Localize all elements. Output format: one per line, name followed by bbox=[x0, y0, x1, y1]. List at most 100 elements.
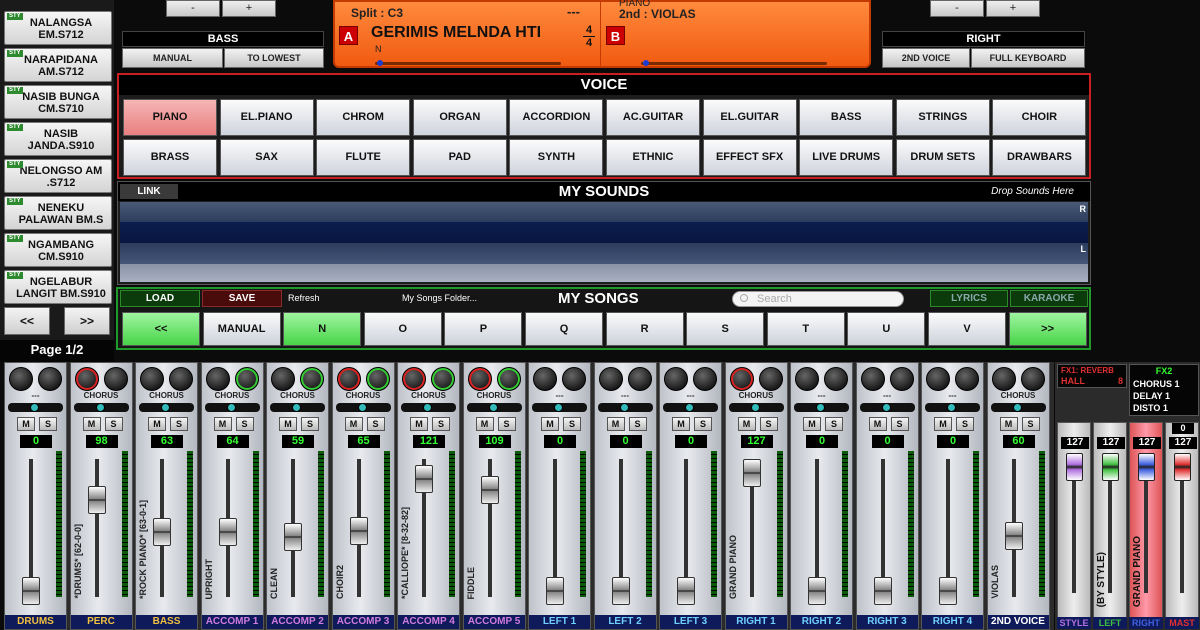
pan-knob[interactable] bbox=[95, 403, 105, 412]
song-item[interactable]: STY NASIB JANDA.S910 bbox=[4, 122, 112, 156]
voice-button-live-drums[interactable]: LIVE DRUMS bbox=[799, 139, 894, 176]
pan-knob[interactable] bbox=[161, 403, 170, 412]
left-progress-track[interactable] bbox=[375, 62, 561, 65]
reverb-knob[interactable] bbox=[205, 367, 230, 391]
solo-button[interactable]: S bbox=[694, 417, 712, 431]
song-letter-button[interactable]: Q bbox=[525, 312, 603, 346]
fx-fader[interactable] bbox=[1102, 453, 1119, 481]
sound-drop-zone-top[interactable] bbox=[120, 202, 1088, 222]
reverb-knob[interactable] bbox=[926, 367, 950, 391]
volume-fader[interactable] bbox=[873, 577, 892, 605]
chorus-knob[interactable] bbox=[169, 367, 193, 391]
pan-knob[interactable] bbox=[1012, 403, 1022, 412]
pan-knob[interactable] bbox=[685, 403, 694, 412]
mute-button[interactable]: M bbox=[17, 417, 35, 431]
chorus-knob[interactable] bbox=[889, 367, 914, 391]
voice-button-synth[interactable]: SYNTH bbox=[509, 139, 604, 176]
reverb-knob[interactable] bbox=[729, 367, 754, 391]
right-2nd-voice-button[interactable]: 2ND VOICE bbox=[882, 48, 970, 68]
song-item[interactable]: STY NGAMBANG CM.S910 bbox=[4, 233, 112, 267]
pan-knob[interactable] bbox=[226, 403, 236, 412]
fx1-box[interactable]: FX1: REVERB HALL 8 bbox=[1057, 364, 1127, 388]
solo-button[interactable]: S bbox=[301, 417, 319, 431]
song-item[interactable]: STY NARAPIDANA AM.S712 bbox=[4, 48, 112, 82]
sound-drop-zone-middle[interactable] bbox=[120, 222, 1088, 243]
reverb-knob[interactable] bbox=[271, 367, 295, 391]
chorus-knob[interactable] bbox=[955, 367, 979, 391]
chorus-knob[interactable] bbox=[234, 367, 259, 391]
bass-manual-button[interactable]: MANUAL bbox=[122, 48, 223, 68]
pan-knob[interactable] bbox=[292, 403, 301, 412]
link-button[interactable]: LINK bbox=[120, 184, 178, 199]
load-button[interactable]: LOAD bbox=[120, 290, 200, 307]
voice-a-button[interactable]: A bbox=[339, 26, 358, 45]
chorus-knob[interactable] bbox=[1020, 367, 1045, 391]
pan-knob[interactable] bbox=[619, 403, 629, 412]
pan-knob[interactable] bbox=[357, 403, 367, 412]
voice-b-button[interactable]: B bbox=[606, 26, 625, 45]
sound-drop-zone-bottom[interactable] bbox=[120, 264, 1088, 282]
chorus-knob[interactable] bbox=[103, 367, 128, 391]
volume-fader[interactable] bbox=[218, 518, 237, 546]
chorus-knob[interactable] bbox=[627, 367, 652, 391]
voice-button-bass[interactable]: BASS bbox=[799, 99, 894, 136]
song-next-button[interactable]: >> bbox=[64, 307, 110, 335]
voice-button-sax[interactable]: SAX bbox=[219, 139, 314, 176]
solo-button[interactable]: S bbox=[890, 417, 909, 431]
chorus-knob[interactable] bbox=[300, 367, 324, 391]
solo-button[interactable]: S bbox=[759, 417, 778, 431]
transpose-minus-button[interactable]: - bbox=[166, 0, 220, 17]
mute-button[interactable]: M bbox=[475, 417, 494, 431]
voice-button-brass[interactable]: BRASS bbox=[123, 139, 217, 176]
voice-button-pad[interactable]: PAD bbox=[412, 139, 507, 176]
voice-button-chrom[interactable]: CHROM bbox=[316, 99, 411, 136]
song-letter-button[interactable]: T bbox=[766, 312, 845, 346]
bass-to-lowest-button[interactable]: TO LOWEST bbox=[224, 48, 324, 68]
mute-button[interactable]: M bbox=[868, 417, 887, 431]
mute-button[interactable]: M bbox=[410, 417, 428, 431]
volume-fader[interactable] bbox=[480, 475, 499, 504]
volume-fader[interactable] bbox=[87, 486, 106, 515]
pan-knob[interactable] bbox=[947, 403, 956, 412]
solo-button[interactable]: S bbox=[104, 417, 123, 431]
transpose-plus-button[interactable]: + bbox=[222, 0, 276, 17]
song-item[interactable]: STY NELONGSO AM .S712 bbox=[4, 159, 112, 193]
mute-button[interactable]: M bbox=[999, 417, 1018, 431]
pan-knob[interactable] bbox=[30, 403, 39, 412]
volume-fader[interactable] bbox=[349, 516, 368, 545]
chorus-knob[interactable] bbox=[693, 367, 717, 391]
volume-fader[interactable] bbox=[611, 577, 630, 605]
song-letter-button[interactable]: << bbox=[122, 312, 200, 346]
volume-fader[interactable] bbox=[808, 577, 826, 605]
song-letter-button[interactable]: >> bbox=[1008, 312, 1087, 346]
pan-knob[interactable] bbox=[554, 403, 563, 412]
mute-button[interactable]: M bbox=[344, 417, 363, 431]
chorus-knob[interactable] bbox=[496, 367, 521, 391]
voice-button-strings[interactable]: STRINGS bbox=[895, 99, 990, 136]
reverb-knob[interactable] bbox=[795, 367, 819, 391]
right-progress-handle[interactable] bbox=[643, 60, 649, 66]
left-progress-handle[interactable] bbox=[377, 60, 383, 66]
mute-button[interactable]: M bbox=[82, 417, 101, 431]
mute-button[interactable]: M bbox=[934, 417, 952, 431]
solo-button[interactable]: S bbox=[628, 417, 647, 431]
chorus-knob[interactable] bbox=[758, 367, 783, 391]
solo-button[interactable]: S bbox=[170, 417, 188, 431]
mute-button[interactable]: M bbox=[541, 417, 559, 431]
chorus-knob[interactable] bbox=[562, 367, 586, 391]
lyrics-button[interactable]: LYRICS bbox=[930, 290, 1008, 307]
song-item[interactable]: STY NENEKU PALAWAN BM.S bbox=[4, 196, 112, 230]
chorus-knob[interactable] bbox=[824, 367, 848, 391]
reverb-knob[interactable] bbox=[336, 367, 361, 391]
reverb-knob[interactable] bbox=[140, 367, 164, 391]
volume-fader[interactable] bbox=[939, 577, 957, 605]
reverb-knob[interactable] bbox=[664, 367, 688, 391]
volume-fader[interactable] bbox=[677, 577, 695, 605]
reverb-knob[interactable] bbox=[598, 367, 623, 391]
pan-knob[interactable] bbox=[488, 403, 498, 412]
fx-fader[interactable] bbox=[1066, 453, 1083, 481]
fx-fader[interactable] bbox=[1138, 453, 1155, 481]
voice-button-effect-sfx[interactable]: EFFECT SFX bbox=[702, 139, 797, 176]
right-full-keyboard-button[interactable]: FULL KEYBOARD bbox=[971, 48, 1085, 68]
mute-button[interactable]: M bbox=[606, 417, 625, 431]
